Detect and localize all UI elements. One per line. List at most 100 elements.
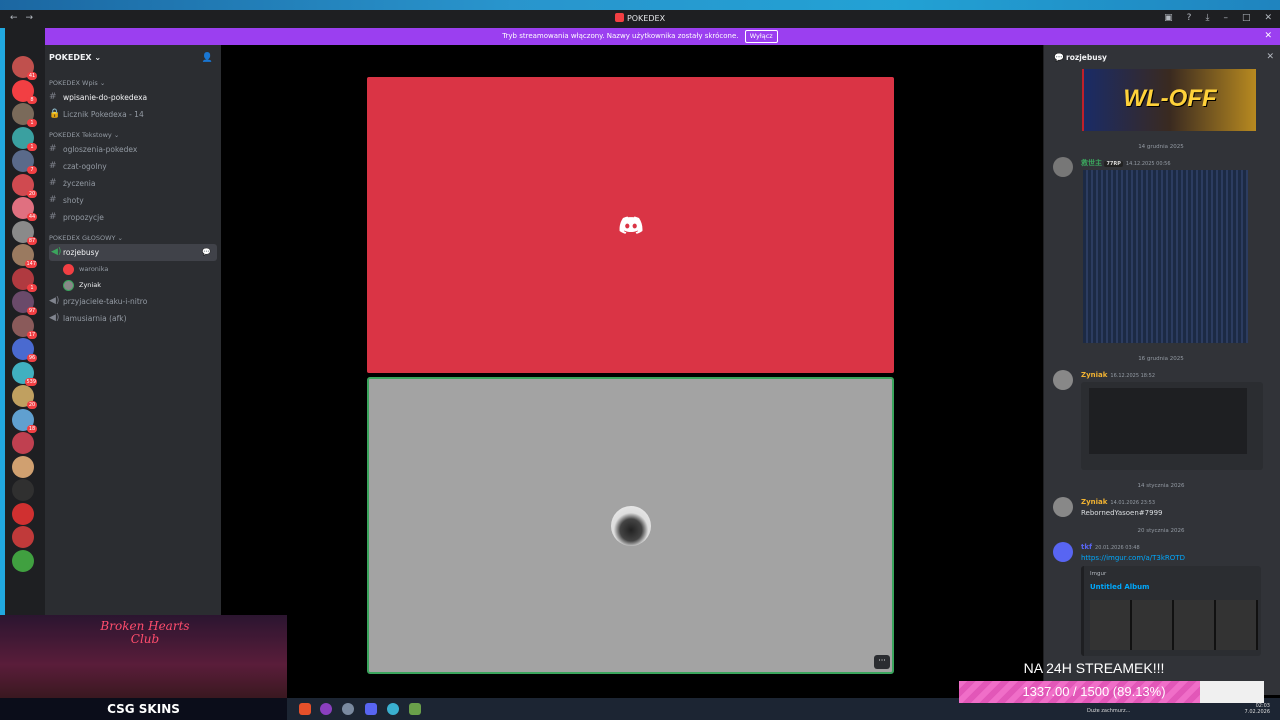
unread-badge: 41	[27, 72, 37, 80]
channel-propozycje[interactable]: # propozycje	[45, 209, 221, 226]
lock-icon: 🔒	[49, 109, 61, 119]
avatar[interactable]	[1053, 157, 1073, 177]
streamer-mode-banner: Tryb streamowania włączony. Nazwy użytko…	[0, 28, 1280, 45]
message-author[interactable]: 救世主 77RP 14.12.2025 00:56	[1081, 158, 1171, 168]
weather-text[interactable]: Duże zachmurz...	[1087, 708, 1130, 714]
brave-icon[interactable]	[299, 703, 311, 715]
channel-ogloszenia[interactable]: # ogloszenia-pokedex	[45, 141, 221, 158]
sponsor-banner: CSG SKINS	[0, 698, 287, 720]
server-icon[interactable]: 1	[12, 103, 37, 127]
speaker-icon: ◀)	[49, 296, 60, 306]
server-icon[interactable]: 96	[12, 338, 37, 362]
embed-title[interactable]: Untitled Album	[1090, 583, 1149, 591]
server-icon[interactable]	[12, 479, 34, 501]
unread-badge: 7	[27, 166, 37, 174]
download-icon[interactable]: ⤓	[1205, 13, 1209, 23]
link-embed: Imgur Untitled Album	[1081, 566, 1261, 656]
channel-wpisanie[interactable]: # wpisanie-do-pokedexa	[45, 89, 221, 106]
server-icon[interactable]: 147	[12, 244, 37, 268]
channel-shoty[interactable]: # shoty	[45, 192, 221, 209]
server-icon[interactable]: 97	[12, 291, 37, 315]
channel-czat-ogolny[interactable]: # czat-ogolny	[45, 158, 221, 175]
app-icon[interactable]	[387, 703, 399, 715]
bar-sign: Broken Hearts Club	[100, 619, 190, 646]
donation-goal-bar: 1337.00 / 1500 (89.13%)	[959, 681, 1264, 703]
server-icon[interactable]: 44	[12, 197, 37, 221]
message-author[interactable]: Zyniak 16.12.2025 18:52	[1081, 371, 1155, 379]
voice-channel-rozjebusy[interactable]: ◀) rozjebusy 💬	[49, 244, 217, 261]
voice-user[interactable]: Zyniak	[45, 277, 221, 293]
voice-channel-przyjaciele[interactable]: ◀) przyjaciele-taku-i-nitro	[45, 293, 221, 310]
speaker-icon: ◀)	[49, 313, 60, 323]
wl-off-image[interactable]: WL-OFF	[1082, 69, 1256, 131]
goal-text: 1337.00 / 1500 (89.13%)	[1022, 684, 1166, 699]
hash-icon: #	[49, 195, 57, 205]
message-author[interactable]: Zyniak 14.01.2026 23:53	[1081, 498, 1155, 506]
minecraft-icon[interactable]	[409, 703, 421, 715]
server-icon[interactable]: 17	[12, 314, 37, 339]
channel-zyczenia[interactable]: # życzenia	[45, 175, 221, 192]
chevron-down-icon: ⌄	[94, 53, 102, 62]
server-icon[interactable]	[12, 432, 34, 454]
avatar	[63, 280, 74, 291]
server-icon[interactable]	[12, 502, 34, 525]
help-icon[interactable]: ?	[1187, 13, 1192, 23]
avatar[interactable]	[1053, 497, 1073, 517]
unread-badge: 44	[27, 213, 37, 221]
disable-streamer-mode-button[interactable]: Wyłącz	[744, 30, 778, 43]
server-icon[interactable]	[12, 549, 34, 572]
server-icon[interactable]: 20	[12, 173, 37, 198]
guild-header[interactable]: POKEDEX ⌄ 👤	[45, 45, 221, 71]
server-icon[interactable]: 1	[12, 267, 37, 292]
voice-channel-afk[interactable]: ◀) lamusiarnia (afk)	[45, 310, 221, 327]
message-author[interactable]: tkf 20.01.2026 03:48	[1081, 543, 1140, 551]
title-bar: ←→ POKEDEX ▣ ? ⤓ – □ ✕	[0, 0, 1280, 28]
add-member-icon[interactable]: 👤	[202, 53, 213, 63]
settings-icon[interactable]	[342, 703, 354, 715]
mosaic-image[interactable]	[1083, 170, 1248, 343]
server-icon[interactable]: 20	[12, 385, 37, 409]
category-tekstowy[interactable]: POKEDEX Tekstowy ⌄	[45, 123, 221, 141]
hash-icon: #	[49, 178, 57, 188]
hash-icon: #	[49, 144, 57, 154]
server-icon[interactable]: 41	[12, 56, 37, 80]
server-icon[interactable]: 7	[12, 150, 37, 174]
category-glosowy[interactable]: POKEDEX GŁOSOWY ⌄	[45, 226, 221, 244]
server-icon[interactable]: 539	[12, 361, 37, 386]
avatar[interactable]	[1053, 542, 1073, 562]
voice-user[interactable]: waronika	[45, 261, 221, 277]
maximize-icon[interactable]: □	[1242, 13, 1251, 23]
chat-channel-name: rozjebusy	[1066, 53, 1107, 62]
discord-logo-icon	[619, 216, 643, 234]
minimize-icon[interactable]: –	[1223, 13, 1228, 23]
hash-icon: #	[49, 212, 57, 222]
unread-badge: 1	[27, 283, 37, 292]
chat-bubble-icon[interactable]: 💬	[202, 244, 211, 261]
close-banner-icon[interactable]: ✕	[1264, 28, 1272, 45]
app-icon[interactable]	[320, 703, 332, 715]
close-chat-icon[interactable]: ✕	[1266, 52, 1274, 62]
system-clock[interactable]: 02:03 7.02.2026	[1245, 703, 1270, 715]
inbox-icon[interactable]: ▣	[1164, 13, 1173, 23]
message-link[interactable]: https://imgur.com/a/T3kROTD	[1081, 554, 1185, 562]
server-icon[interactable]: 87	[12, 220, 37, 245]
server-icon[interactable]: 8	[12, 79, 37, 104]
server-icon[interactable]: 18	[12, 408, 37, 433]
server-icon[interactable]	[12, 526, 34, 548]
embed-thumbnails[interactable]	[1090, 600, 1258, 650]
avatar	[63, 264, 74, 275]
unread-badge: 1	[27, 142, 37, 151]
server-icon[interactable]	[12, 455, 34, 478]
close-window-icon[interactable]: ✕	[1264, 13, 1272, 23]
role-tag: 77RP	[1104, 161, 1123, 167]
avatar	[611, 506, 651, 546]
chat-bubble-icon: 💬	[1054, 53, 1064, 62]
discord-taskbar-icon[interactable]	[365, 703, 377, 715]
screenshot-attachment[interactable]	[1081, 382, 1263, 470]
category-wpis[interactable]: POKEDEX Wpis ⌄	[45, 71, 221, 89]
server-icon[interactable]: 1	[12, 126, 37, 151]
avatar[interactable]	[1053, 370, 1073, 390]
unread-badge: 1	[27, 119, 37, 127]
more-options-button[interactable]: ···	[874, 655, 890, 669]
channel-licznik[interactable]: 🔒 Licznik Pokedexa - 14	[45, 106, 221, 123]
